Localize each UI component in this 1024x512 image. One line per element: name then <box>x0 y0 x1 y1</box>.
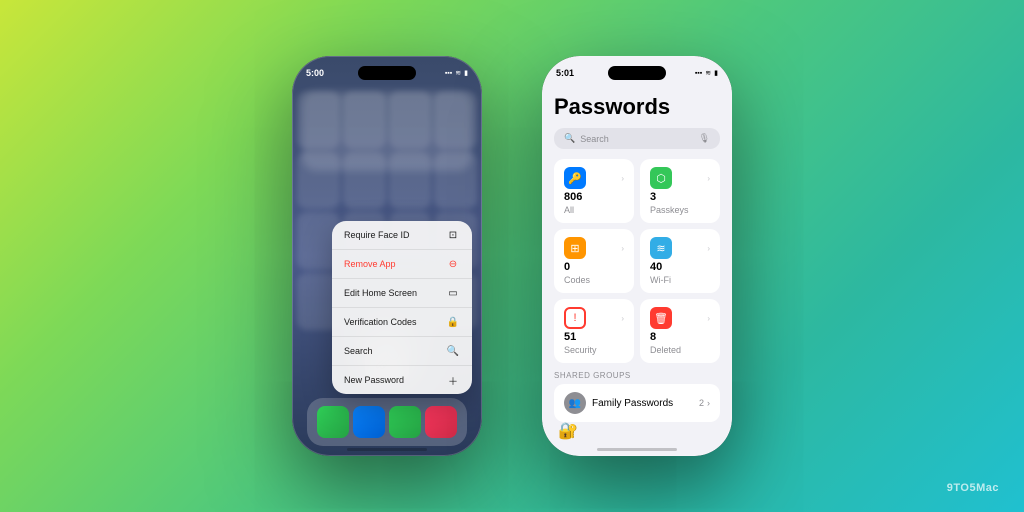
passwords-title: Passwords <box>554 94 720 120</box>
category-security[interactable]: ! › 51 Security <box>554 299 634 363</box>
minus-circle-icon: ⊖ <box>446 257 460 271</box>
menu-label-faceid: Require Face ID <box>344 230 410 240</box>
passwords-toolbar-icon[interactable]: 🔐 <box>558 421 578 441</box>
menu-item-faceid[interactable]: Require Face ID ⊡ <box>332 221 472 250</box>
shared-groups-header: SHARED GROUPS <box>554 371 720 380</box>
passkeys-count: 3 <box>650 191 710 203</box>
all-count: 806 <box>564 191 624 203</box>
phone1-screen: 5:00 ▪▪▪ ≋ ▮ Require Face ID ⊡ Remove Ap… <box>292 56 482 456</box>
phone-icon: ▭ <box>446 286 460 300</box>
shared-group-left: 👥 Family Passwords <box>564 392 673 414</box>
category-deleted[interactable]: 🗑 › 8 Deleted <box>640 299 720 363</box>
security-count: 51 <box>564 331 624 343</box>
all-chevron: › <box>621 174 624 183</box>
menu-label-new-password: New Password <box>344 375 404 385</box>
search-placeholder: Search <box>580 134 693 144</box>
wifi-icon-right: ≋ <box>705 69 711 77</box>
codes-count: 0 <box>564 261 624 273</box>
faceid-icon: ⊡ <box>446 228 460 242</box>
menu-item-verification[interactable]: Verification Codes 🔒 <box>332 308 472 337</box>
plus-icon: ＋ <box>446 373 460 387</box>
search-icon: 🔍 <box>446 344 460 358</box>
category-wifi[interactable]: ≋ › 40 Wi-Fi <box>640 229 720 293</box>
passkeys-icon: ⬡ <box>650 167 672 189</box>
wifi-icon-left: ≋ <box>455 69 461 77</box>
all-icon: 🔑 <box>564 167 586 189</box>
battery-icon-right: ▮ <box>714 69 718 77</box>
status-time-right: 5:01 <box>556 68 574 78</box>
category-all[interactable]: 🔑 › 806 All <box>554 159 634 223</box>
home-indicator-right <box>597 448 677 451</box>
deleted-icon: 🗑 <box>650 307 672 329</box>
lock-icon: 🔒 <box>446 315 460 329</box>
signal-icon-left: ▪▪▪ <box>445 70 452 77</box>
passwords-content: Passwords 🔍 Search 🎙 🔑 › 806 All <box>542 84 732 456</box>
security-label: Security <box>564 345 624 355</box>
codes-label: Codes <box>564 275 624 285</box>
group-name: Family Passwords <box>592 398 673 409</box>
security-chevron: › <box>621 314 624 323</box>
menu-item-new-password[interactable]: New Password ＋ <box>332 366 472 394</box>
search-bar[interactable]: 🔍 Search 🎙 <box>554 128 720 149</box>
codes-icon: ⊞ <box>564 237 586 259</box>
dynamic-island-right <box>608 66 666 80</box>
menu-item-remove[interactable]: Remove App ⊖ <box>332 250 472 279</box>
shared-group-family[interactable]: 👥 Family Passwords 2 › <box>554 384 720 422</box>
microphone-icon: 🎙 <box>699 133 710 144</box>
passkeys-label: Passkeys <box>650 205 710 215</box>
category-passkeys[interactable]: ⬡ › 3 Passkeys <box>640 159 720 223</box>
wifi-count: 40 <box>650 261 710 273</box>
group-chevron: › <box>707 398 710 408</box>
dock-safari[interactable] <box>353 406 385 438</box>
phone2-screen: 5:01 ▪▪▪ ≋ ▮ Passwords 🔍 Search 🎙 🔑 <box>542 56 732 456</box>
menu-label-edit: Edit Home Screen <box>344 288 417 298</box>
codes-chevron: › <box>621 244 624 253</box>
group-icon: 👥 <box>564 392 586 414</box>
category-grid: 🔑 › 806 All ⬡ › 3 Passkeys <box>554 159 720 363</box>
dynamic-island-left <box>358 66 416 80</box>
menu-label-verification: Verification Codes <box>344 317 417 327</box>
group-count-chevron: 2 › <box>699 398 710 408</box>
signal-icon-right: ▪▪▪ <box>695 70 702 77</box>
menu-item-edit[interactable]: Edit Home Screen ▭ <box>332 279 472 308</box>
dock-messages[interactable] <box>389 406 421 438</box>
wifi-label: Wi-Fi <box>650 275 710 285</box>
menu-label-remove: Remove App <box>344 259 396 269</box>
battery-icon-left: ▮ <box>464 69 468 77</box>
watermark: 9TO5Mac <box>947 482 999 494</box>
status-icons-left: ▪▪▪ ≋ ▮ <box>445 69 468 77</box>
dock-phone[interactable] <box>317 406 349 438</box>
category-codes[interactable]: ⊞ › 0 Codes <box>554 229 634 293</box>
dock-music[interactable] <box>425 406 457 438</box>
home-indicator-left <box>347 448 427 451</box>
passkeys-chevron: › <box>707 174 710 183</box>
all-label: All <box>564 205 624 215</box>
menu-item-search[interactable]: Search 🔍 <box>332 337 472 366</box>
status-time-left: 5:00 <box>306 68 324 78</box>
group-count: 2 <box>699 398 704 408</box>
status-icons-right: ▪▪▪ ≋ ▮ <box>695 69 718 77</box>
bottom-toolbar: 🔐 <box>542 421 732 441</box>
wifi-category-icon: ≋ <box>650 237 672 259</box>
menu-label-search: Search <box>344 346 373 356</box>
deleted-count: 8 <box>650 331 710 343</box>
deleted-label: Deleted <box>650 345 710 355</box>
dock <box>307 398 467 446</box>
wifi-chevron: › <box>707 244 710 253</box>
context-menu: Require Face ID ⊡ Remove App ⊖ Edit Home… <box>332 221 472 394</box>
search-icon-passwords: 🔍 <box>564 133 575 144</box>
deleted-chevron: › <box>707 314 710 323</box>
phone-left: 5:00 ▪▪▪ ≋ ▮ Require Face ID ⊡ Remove Ap… <box>292 56 482 456</box>
phone-right: 5:01 ▪▪▪ ≋ ▮ Passwords 🔍 Search 🎙 🔑 <box>542 56 732 456</box>
security-icon: ! <box>564 307 586 329</box>
